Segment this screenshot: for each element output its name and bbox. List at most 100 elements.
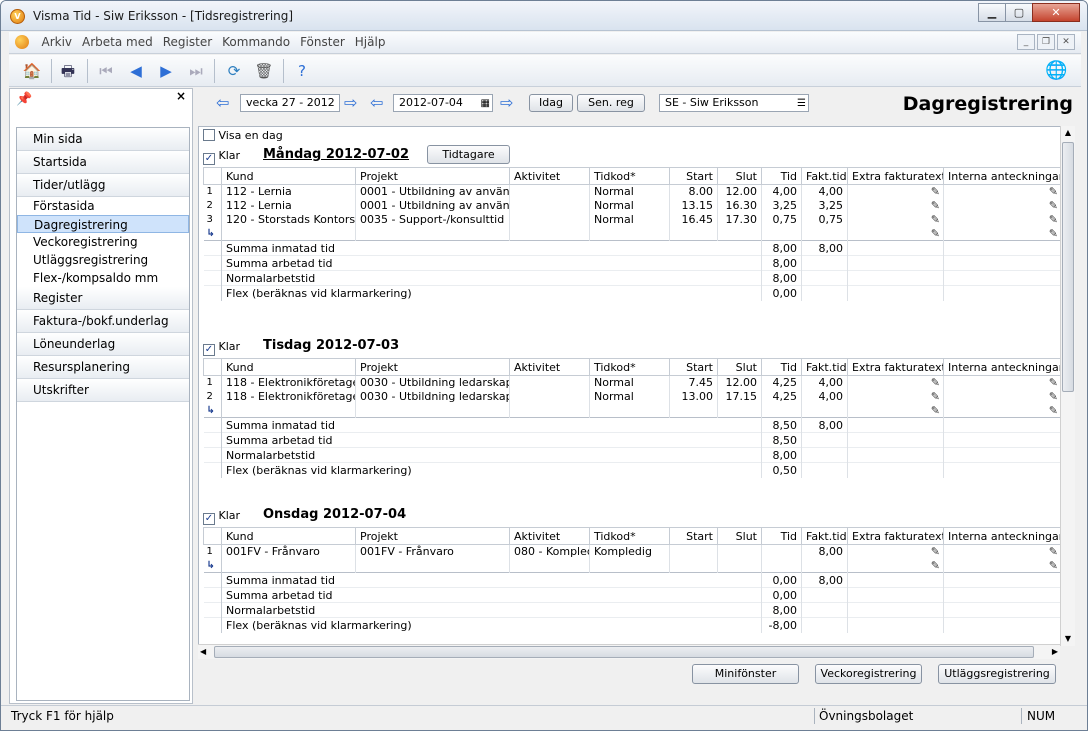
sidebar-close-icon[interactable]: ×	[176, 89, 186, 103]
column-header[interactable]: Aktivitet	[509, 527, 590, 545]
column-header[interactable]: Start	[669, 527, 718, 545]
column-header[interactable]: Kund	[221, 358, 356, 376]
cell-start[interactable]	[669, 544, 718, 559]
sidebar-item-flex-kompsaldo-mm[interactable]: Flex-/kompsaldo mm	[17, 269, 189, 287]
today-button[interactable]: Idag	[529, 94, 573, 112]
column-header[interactable]	[203, 167, 222, 185]
scroll-right-icon[interactable]: ▶	[1052, 645, 1058, 659]
edit-pen-icon[interactable]: ✎	[943, 226, 1062, 241]
prev-icon[interactable]: ◀	[125, 60, 147, 82]
new-row[interactable]: ↳ ✎ ✎	[203, 558, 1062, 573]
date-field[interactable]: 2012-07-04 ▦	[393, 94, 493, 112]
cell-fakt-tid[interactable]: 8,00	[801, 544, 848, 559]
app-menu-icon[interactable]	[15, 35, 29, 49]
column-header[interactable]: Fakt.tid	[801, 527, 848, 545]
menu-arkiv[interactable]: Arkiv	[37, 32, 78, 53]
column-header[interactable]: Projekt	[355, 527, 510, 545]
column-header[interactable]	[203, 527, 222, 545]
checkbox-empty[interactable]	[203, 129, 215, 141]
prev-day-arrow-icon[interactable]: ⇦	[370, 95, 383, 111]
last-icon[interactable]: ⏭	[185, 60, 207, 82]
scroll-left-icon[interactable]: ◀	[200, 645, 206, 659]
edit-pen-icon[interactable]: ✎	[847, 389, 944, 404]
next-day-arrow-icon[interactable]: ⇨	[500, 95, 513, 111]
calendar-icon[interactable]: ▦	[481, 96, 490, 112]
refresh-icon[interactable]: ⟳	[223, 60, 245, 82]
checkbox-checked[interactable]: ✓	[203, 153, 215, 165]
cell-start[interactable]: 16.45	[669, 212, 718, 227]
cell-slut[interactable]: 12.00	[717, 375, 762, 390]
klar-checkbox[interactable]: ✓ Klar	[203, 340, 240, 356]
first-icon[interactable]: ⏮	[95, 60, 117, 82]
table-row[interactable]: 1 118 - Elektronikföretaget 0030 - Utbildn…	[203, 375, 1062, 390]
edit-pen-icon[interactable]: ✎	[943, 184, 1062, 199]
minifonster-button[interactable]: Minifönster	[692, 664, 799, 684]
cell-projekt[interactable]: 0035 - Support-/konsulttid	[355, 212, 510, 227]
cell-slut[interactable]: 16.30	[717, 198, 762, 213]
horizontal-scroll-thumb[interactable]	[214, 646, 1034, 658]
cell-kund[interactable]: 118 - Elektronikföretaget	[221, 389, 356, 404]
cell-fakt-tid[interactable]: 0,75	[801, 212, 848, 227]
cell-kund[interactable]: 001FV - Frånvaro	[221, 544, 356, 559]
cell-tidkod[interactable]: Kompledig	[589, 544, 670, 559]
sidebar-item-faktura-bokf-underlag[interactable]: Faktura-/bokf.underlag	[17, 310, 189, 333]
edit-pen-icon[interactable]: ✎	[943, 403, 1062, 418]
cell-kund[interactable]: 118 - Elektronikföretaget	[221, 375, 356, 390]
column-header[interactable]: Kund	[221, 167, 356, 185]
table-row[interactable]: 1112 - Lernia0001 - Utbildning av använd…	[203, 184, 1062, 199]
klar-checkbox[interactable]: ✓ Klar	[203, 509, 240, 525]
cell-tidkod[interactable]: Normal	[589, 212, 670, 227]
cell-kund[interactable]: 112 - Lernia	[221, 184, 356, 199]
edit-pen-icon[interactable]: ✎	[847, 544, 944, 559]
cell-fakt-tid[interactable]: 4,00	[801, 184, 848, 199]
cell-aktivitet[interactable]: 080 - Kompledi	[509, 544, 590, 559]
cell-slut[interactable]: 12.00	[717, 184, 762, 199]
scroll-down-icon[interactable]: ▼	[1061, 632, 1075, 646]
maximize-button[interactable]: ▢	[1005, 3, 1033, 22]
mdi-restore-button[interactable]: ❐	[1037, 34, 1055, 50]
cell-fakt-tid[interactable]: 3,25	[801, 198, 848, 213]
column-header[interactable]: Extra fakturatext	[847, 167, 944, 185]
cell-tid[interactable]: 4,25	[761, 389, 802, 404]
sidebar-item-min-sida[interactable]: Min sida	[17, 128, 189, 151]
column-header[interactable]: Tidkod*	[589, 358, 670, 376]
column-header[interactable]: Extra fakturatext	[847, 527, 944, 545]
edit-pen-icon[interactable]: ✎	[943, 389, 1062, 404]
column-header[interactable]: Fakt.tid	[801, 167, 848, 185]
column-header[interactable]: Interna anteckningar	[943, 167, 1062, 185]
utlaggsregistrering-button[interactable]: Utläggsregistrering	[938, 664, 1056, 684]
klar-checkbox[interactable]: ✓ Klar	[203, 149, 240, 165]
sidebar-item-tider-utlägg[interactable]: Tider/utlägg	[17, 174, 189, 197]
cell-tid[interactable]: 4,25	[761, 375, 802, 390]
mdi-close-button[interactable]: ✕	[1057, 34, 1075, 50]
cell-start[interactable]: 13.00	[669, 389, 718, 404]
sidebar-item-löneunderlag[interactable]: Löneunderlag	[17, 333, 189, 356]
cell-tidkod[interactable]: Normal	[589, 375, 670, 390]
sidebar-item-utskrifter[interactable]: Utskrifter	[17, 379, 189, 402]
week-field[interactable]: vecka 27 - 2012	[240, 94, 340, 112]
sidebar-item-register[interactable]: Register	[17, 287, 189, 310]
close-button[interactable]: ✕	[1032, 3, 1080, 22]
cell-projekt[interactable]: 0001 - Utbildning av användar	[355, 198, 510, 213]
column-header[interactable]: Extra fakturatext	[847, 358, 944, 376]
next-icon[interactable]: ▶	[155, 60, 177, 82]
column-header[interactable]: Projekt	[355, 167, 510, 185]
cell-aktivitet[interactable]	[509, 184, 590, 199]
cell-start[interactable]: 8.00	[669, 184, 718, 199]
edit-pen-icon[interactable]: ✎	[943, 558, 1062, 573]
veckoregistrering-button[interactable]: Veckoregistrering	[815, 664, 922, 684]
cell-start[interactable]: 7.45	[669, 375, 718, 390]
menu-register[interactable]: Register	[158, 32, 217, 53]
cell-kund[interactable]: 112 - Lernia	[221, 198, 356, 213]
pin-icon[interactable]: 📌	[16, 92, 32, 107]
cell-tidkod[interactable]: Normal	[589, 389, 670, 404]
next-week-arrow-icon[interactable]: ⇨	[344, 95, 357, 111]
cell-tidkod[interactable]: Normal	[589, 198, 670, 213]
senreg-button[interactable]: Sen. reg	[577, 94, 645, 112]
column-header[interactable]: Interna anteckningar	[943, 358, 1062, 376]
vertical-scrollbar[interactable]: ▲ ▼	[1060, 126, 1075, 646]
sidebar-item-utläggsregistrering[interactable]: Utläggsregistrering	[17, 251, 189, 269]
column-header[interactable]: Tidkod*	[589, 527, 670, 545]
edit-pen-icon[interactable]: ✎	[943, 544, 1062, 559]
horizontal-scrollbar[interactable]: ◀ ▶	[198, 644, 1060, 659]
